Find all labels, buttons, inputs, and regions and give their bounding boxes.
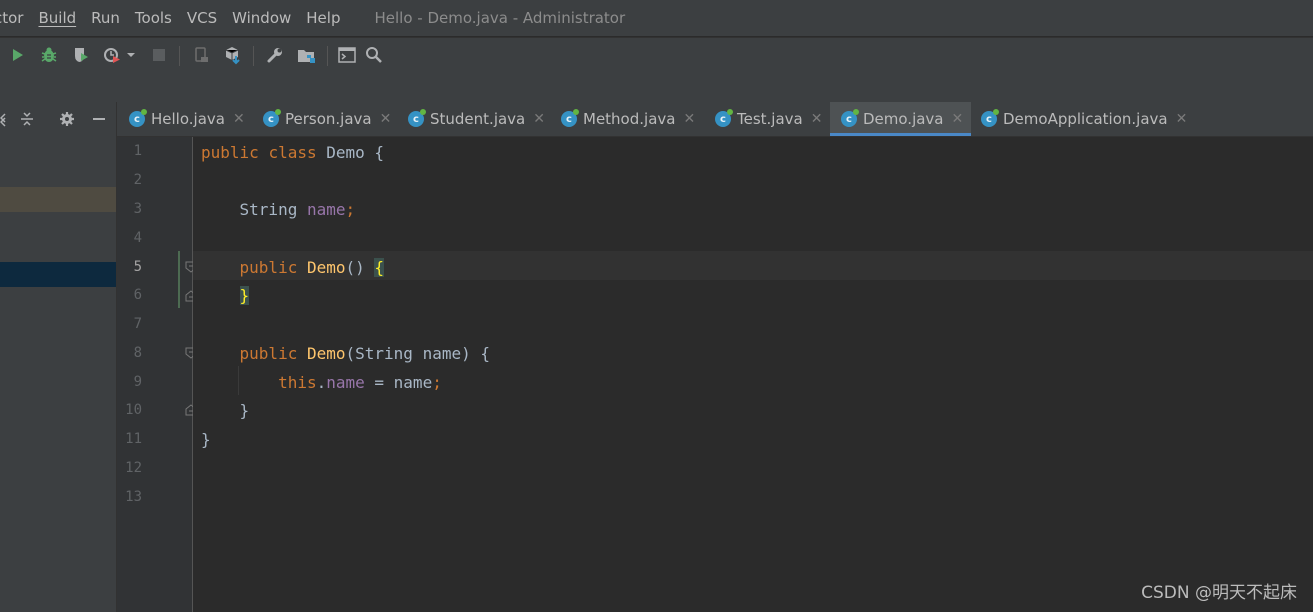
line-number: 1 bbox=[133, 143, 142, 159]
collapse-all-icon[interactable] bbox=[18, 110, 36, 128]
line-number-current: 5 bbox=[133, 259, 142, 275]
java-class-icon: c bbox=[981, 109, 999, 127]
tab-demo-java[interactable]: c Demo.java ✕ bbox=[830, 102, 971, 136]
tab-demoapplication-java[interactable]: c DemoApplication.java ✕ bbox=[981, 102, 1187, 136]
coverage-icon[interactable] bbox=[70, 44, 92, 66]
line-number: 3 bbox=[133, 201, 142, 217]
toolbar-separator bbox=[327, 46, 328, 66]
editor-tab-bar: c Hello.java ✕ c Person.java ✕ c Student… bbox=[117, 102, 1313, 137]
watermark: CSDN @明天不起床 bbox=[1141, 583, 1297, 603]
toolbar-separator bbox=[179, 46, 180, 66]
debug-icon[interactable] bbox=[38, 44, 60, 66]
java-class-icon: c bbox=[408, 109, 426, 127]
tab-label: Hello.java bbox=[151, 110, 225, 128]
line-number: 13 bbox=[125, 489, 142, 505]
vcs-change-marker[interactable] bbox=[178, 251, 180, 308]
java-class-icon: c bbox=[263, 109, 281, 127]
code-line-3: String name; bbox=[239, 200, 356, 219]
minimize-icon[interactable] bbox=[90, 110, 108, 128]
tab-person-java[interactable]: c Person.java ✕ bbox=[263, 102, 391, 136]
project-structure-icon[interactable] bbox=[296, 44, 318, 66]
line-number: 6 bbox=[133, 287, 142, 303]
dropdown-icon[interactable] bbox=[124, 44, 138, 66]
terminal-icon[interactable] bbox=[336, 44, 358, 66]
tab-student-java[interactable]: c Student.java ✕ bbox=[408, 102, 545, 136]
close-icon[interactable]: ✕ bbox=[952, 111, 964, 127]
build-artifact-icon[interactable] bbox=[222, 44, 244, 66]
project-panel bbox=[0, 102, 117, 612]
profile-icon[interactable] bbox=[101, 44, 123, 66]
wrench-icon[interactable] bbox=[264, 44, 286, 66]
menu-build[interactable]: Build bbox=[30, 9, 83, 27]
code-line-8: public Demo(String name) { bbox=[239, 344, 491, 363]
navigation-bar bbox=[0, 72, 1313, 103]
menu-bar: ctor Build Run Tools VCS Window Help Hel… bbox=[0, 0, 1313, 36]
window-title: Hello - Demo.java - Administrator bbox=[374, 9, 626, 27]
code-line-1: public class Demo { bbox=[201, 143, 385, 162]
line-number: 4 bbox=[133, 230, 142, 246]
stop-icon[interactable] bbox=[148, 44, 170, 66]
tab-label: Student.java bbox=[430, 110, 526, 128]
java-class-icon: c bbox=[129, 109, 147, 127]
code-editor[interactable]: public class Demo { String name; public … bbox=[193, 137, 1313, 612]
line-number: 8 bbox=[133, 345, 142, 361]
close-icon[interactable]: ✕ bbox=[1176, 111, 1188, 127]
close-icon[interactable]: ✕ bbox=[380, 111, 392, 127]
tab-test-java[interactable]: c Test.java ✕ bbox=[715, 102, 822, 136]
tab-label: Test.java bbox=[737, 110, 803, 128]
gear-icon[interactable] bbox=[58, 110, 76, 128]
close-icon[interactable]: ✕ bbox=[233, 111, 245, 127]
search-icon[interactable] bbox=[363, 44, 385, 66]
menu-run[interactable]: Run bbox=[83, 9, 127, 27]
expand-all-icon[interactable] bbox=[0, 110, 10, 128]
editor-gutter: 1 2 3 4 5 6 7 8 9 10 11 12 13 bbox=[117, 137, 193, 612]
tab-hello-java[interactable]: c Hello.java ✕ bbox=[129, 102, 245, 136]
java-class-icon: c bbox=[561, 109, 579, 127]
toolbar-separator bbox=[253, 46, 254, 66]
line-number: 10 bbox=[125, 402, 142, 418]
close-icon[interactable]: ✕ bbox=[533, 111, 545, 127]
tab-label: DemoApplication.java bbox=[1003, 110, 1168, 128]
menu-tools[interactable]: Tools bbox=[127, 9, 179, 27]
line-number: 2 bbox=[133, 172, 142, 188]
code-line-9: this.name = name; bbox=[278, 373, 442, 392]
code-line-10: } bbox=[239, 401, 250, 420]
line-number: 11 bbox=[125, 431, 142, 447]
main-toolbar bbox=[0, 37, 1313, 73]
line-number: 9 bbox=[133, 374, 142, 390]
close-icon[interactable]: ✕ bbox=[811, 111, 823, 127]
tab-label: Person.java bbox=[285, 110, 372, 128]
tab-label: Demo.java bbox=[863, 110, 944, 128]
device-icon[interactable] bbox=[190, 44, 212, 66]
project-panel-header bbox=[0, 102, 116, 136]
run-icon[interactable] bbox=[6, 44, 28, 66]
java-class-icon: c bbox=[841, 109, 859, 127]
menu-refactor[interactable]: ctor bbox=[0, 9, 30, 27]
tab-label: Method.java bbox=[583, 110, 676, 128]
java-class-icon: c bbox=[715, 109, 733, 127]
project-tree-row-selected[interactable] bbox=[0, 262, 116, 287]
code-line-5: public Demo() { bbox=[239, 258, 385, 277]
menu-help[interactable]: Help bbox=[298, 9, 347, 27]
code-line-6: } bbox=[239, 286, 250, 305]
line-number: 7 bbox=[133, 316, 142, 332]
line-number: 12 bbox=[125, 460, 142, 476]
project-tree-row-highlighted[interactable] bbox=[0, 187, 116, 212]
tab-method-java[interactable]: c Method.java ✕ bbox=[561, 102, 695, 136]
close-icon[interactable]: ✕ bbox=[683, 111, 695, 127]
code-line-11: } bbox=[201, 430, 211, 449]
menu-window[interactable]: Window bbox=[224, 9, 298, 27]
menu-vcs[interactable]: VCS bbox=[179, 9, 224, 27]
